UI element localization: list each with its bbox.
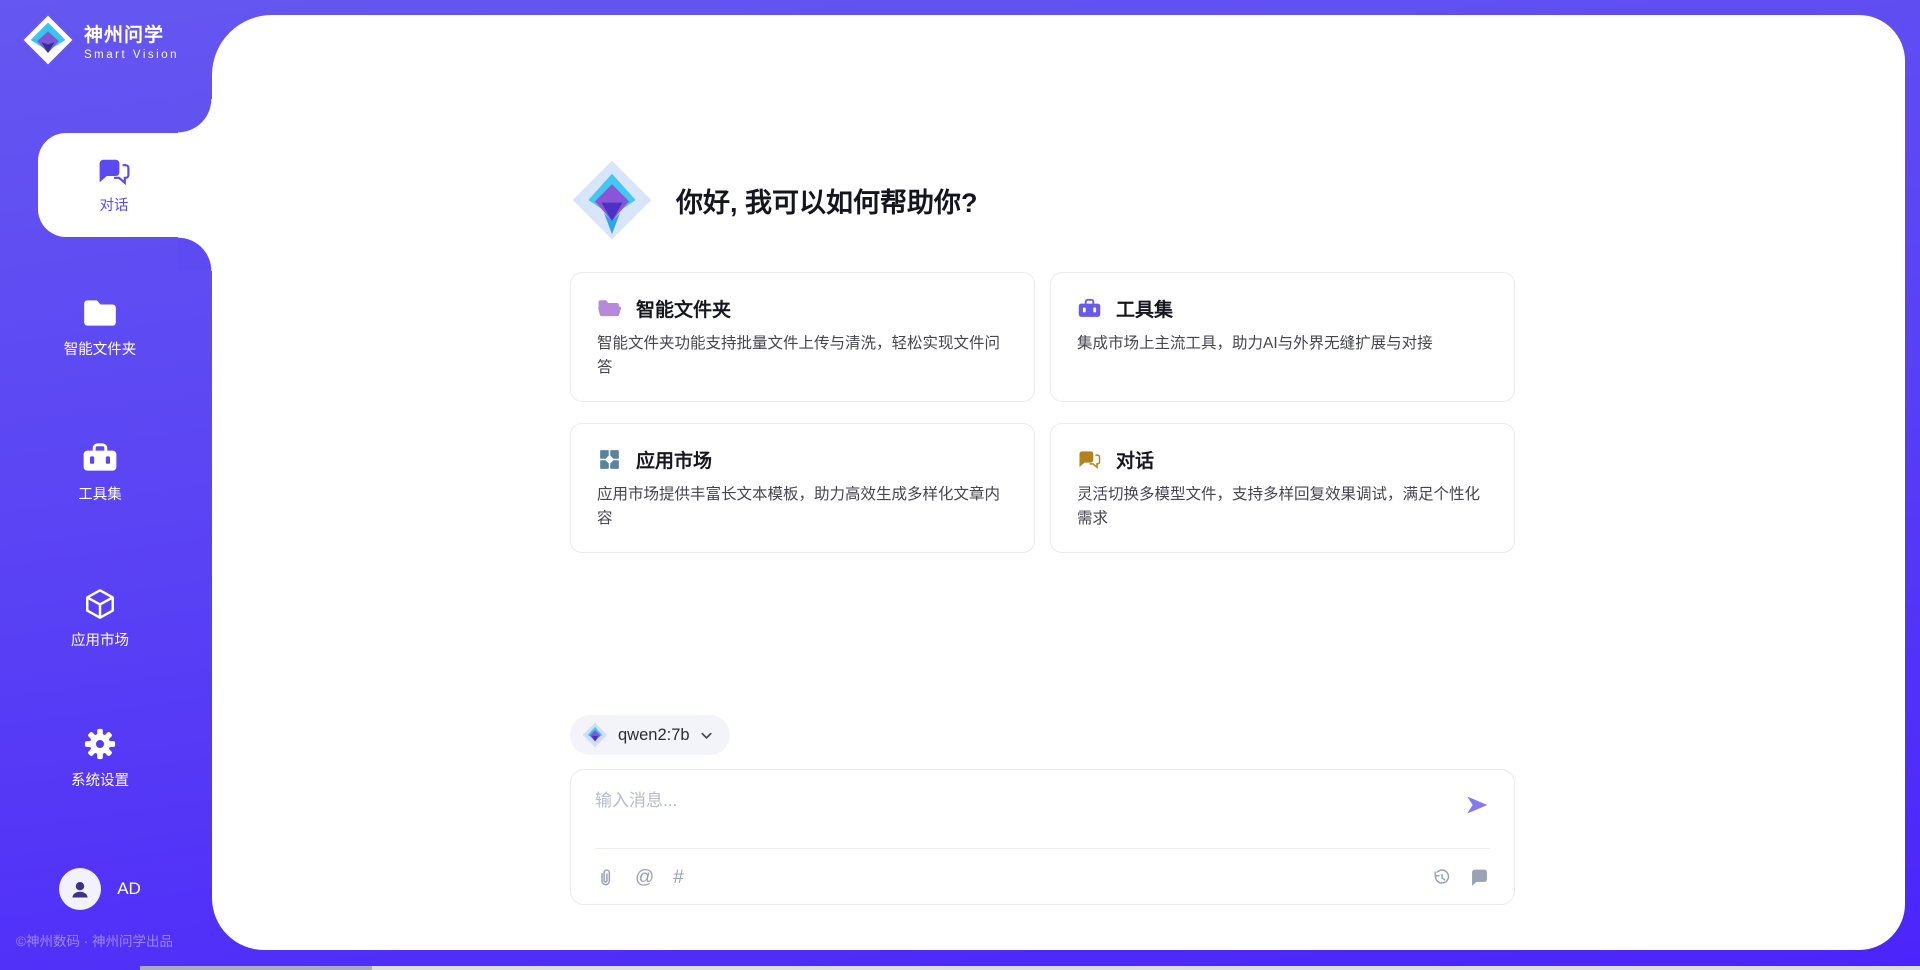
sidebar-item-chat[interactable]: 对话 [38,133,216,237]
card-title: 智能文件夹 [636,295,731,322]
card-title: 工具集 [1116,295,1173,322]
feature-cards: 智能文件夹 智能文件夹功能支持批量文件上传与清洗，轻松实现文件问答 工具集 集成… [570,272,1515,553]
folder-open-icon [597,297,622,320]
brand-name: 神州问学 [84,20,179,47]
chat-icon [1077,448,1102,471]
sidebar: 神州问学 Smart Vision 对话 智能文件夹 工具集 [0,0,212,970]
send-icon[interactable] [1464,792,1490,818]
user-menu[interactable]: AD [0,868,200,910]
gem-diamond-icon [582,722,608,748]
user-name: AD [117,879,141,899]
cube-icon [81,587,119,621]
horizontal-scrollbar-thumb[interactable] [140,966,372,970]
tab-concave-corner-top [178,99,212,133]
sidebar-item-label: 智能文件夹 [64,338,137,359]
mention-icon[interactable]: @ [635,868,654,887]
folder-icon [81,296,119,330]
brand-logo: 神州问学 Smart Vision [22,14,179,66]
card-toolset[interactable]: 工具集 集成市场上主流工具，助力AI与外界无缝扩展与对接 [1050,272,1515,402]
attachment-icon[interactable] [595,867,616,888]
horizontal-scrollbar-track [140,966,1920,970]
card-description: 应用市场提供丰富长文本模板，助力高效生成多样化文章内容 [597,483,1008,531]
apps-grid-icon [597,448,622,471]
chevron-down-icon [699,728,714,743]
avatar [59,868,101,910]
sidebar-item-app-market[interactable]: 应用市场 [0,587,200,650]
sidebar-item-label: 应用市场 [71,629,129,650]
model-name: qwen2:7b [618,726,690,745]
card-title: 应用市场 [636,446,712,473]
message-composer: @ # [570,769,1515,905]
history-icon[interactable] [1431,867,1452,888]
hashtag-icon[interactable]: # [673,868,684,887]
tab-concave-corner-bottom [178,237,212,271]
chat-icon [96,156,132,187]
card-title: 对话 [1116,446,1154,473]
toolbox-icon [1077,297,1102,320]
brand-subtitle: Smart Vision [84,49,179,61]
card-description: 智能文件夹功能支持批量文件上传与清洗，轻松实现文件问答 [597,332,1008,380]
sidebar-item-label: 工具集 [78,483,122,504]
sidebar-item-settings[interactable]: 系统设置 [0,727,200,790]
model-selector[interactable]: qwen2:7b [570,715,730,755]
sidebar-item-label: 对话 [100,194,129,215]
message-input[interactable] [595,786,1454,838]
greeting-block: 你好, 我可以如何帮助你? [570,158,1515,242]
chat-bubble-icon[interactable] [1469,867,1490,888]
sidebar-item-label: 系统设置 [71,769,129,790]
main-panel: 你好, 我可以如何帮助你? 智能文件夹 智能文件夹功能支持批量文件上传与清洗，轻… [212,15,1905,950]
card-smart-folder[interactable]: 智能文件夹 智能文件夹功能支持批量文件上传与清洗，轻松实现文件问答 [570,272,1035,402]
person-icon [68,877,92,901]
card-description: 灵活切换多模型文件，支持多样回复效果调试，满足个性化需求 [1077,483,1488,531]
card-chat[interactable]: 对话 灵活切换多模型文件，支持多样回复效果调试，满足个性化需求 [1050,423,1515,553]
sidebar-item-toolset[interactable]: 工具集 [0,441,200,504]
assistant-diamond-icon [570,158,654,242]
composer-divider [595,848,1490,849]
gear-icon [81,727,119,761]
copyright-footer: ©神州数码 · 神州问学出品 [16,930,173,950]
brand-diamond-icon [22,14,74,66]
card-app-market[interactable]: 应用市场 应用市场提供丰富长文本模板，助力高效生成多样化文章内容 [570,423,1035,553]
toolbox-icon [81,441,119,475]
sidebar-item-smart-folder[interactable]: 智能文件夹 [0,296,200,359]
card-description: 集成市场上主流工具，助力AI与外界无缝扩展与对接 [1077,332,1488,356]
greeting-title: 你好, 我可以如何帮助你? [676,181,978,220]
